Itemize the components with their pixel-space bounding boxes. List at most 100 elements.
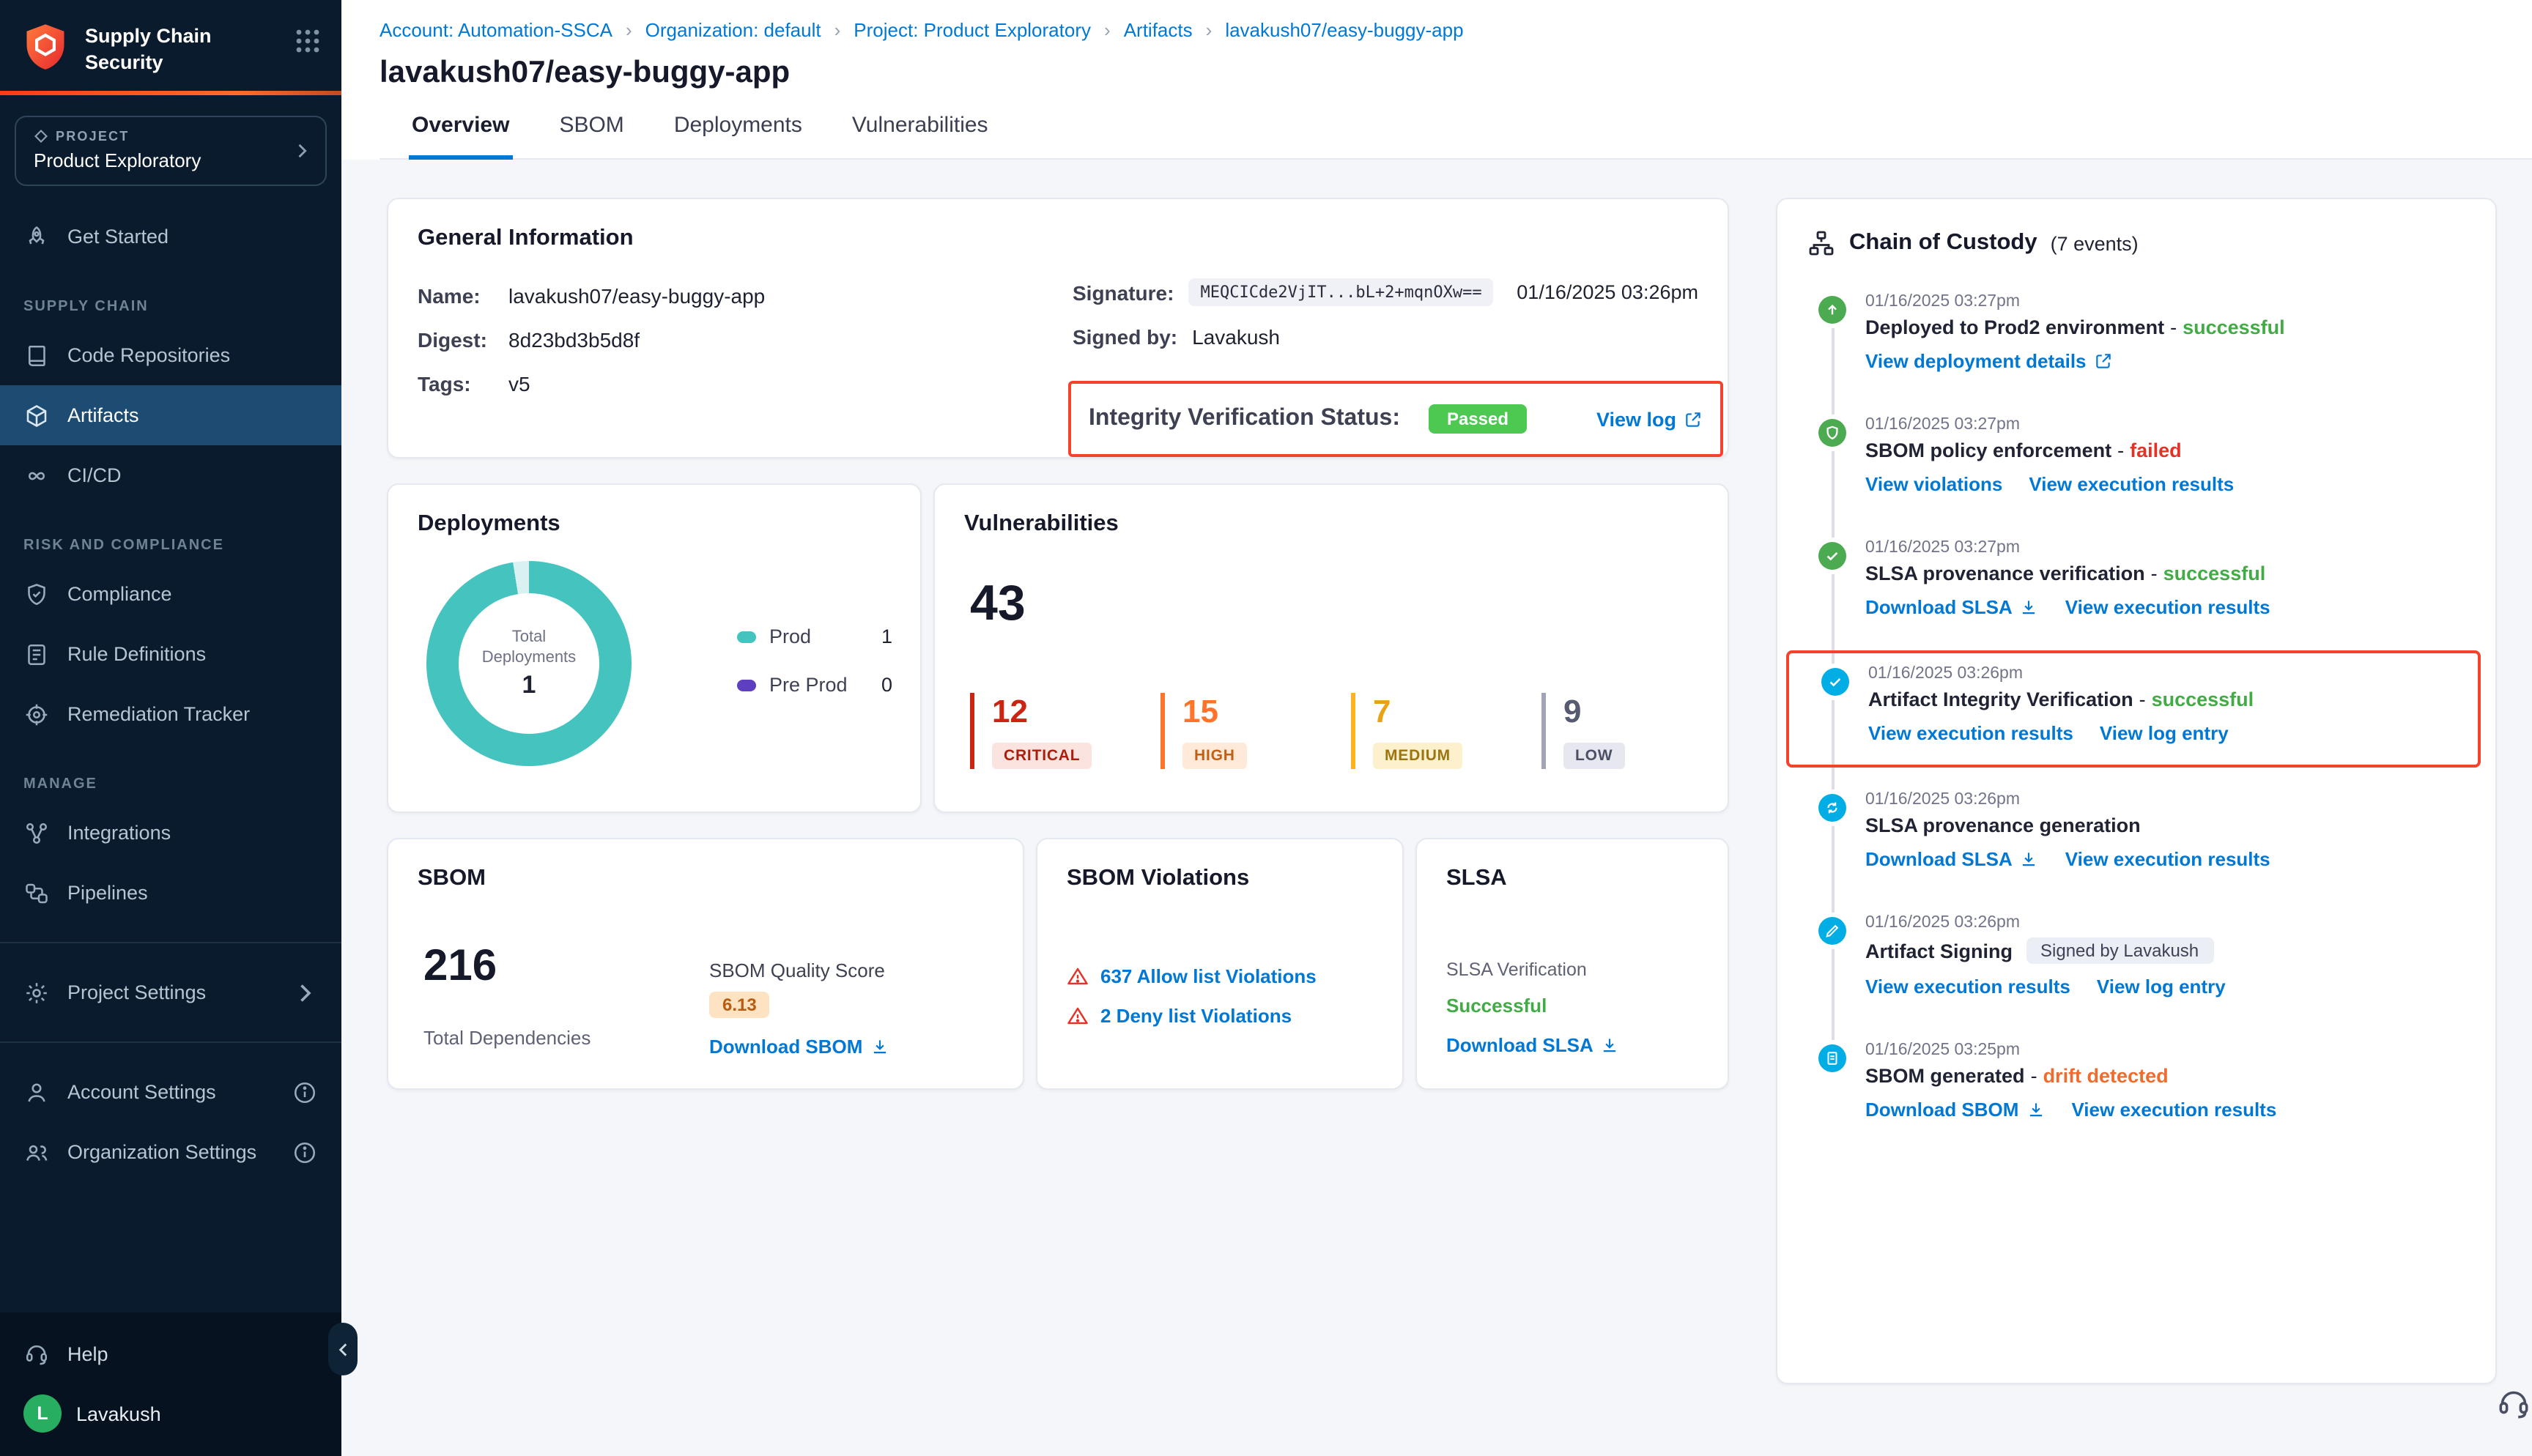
external-link-icon: [2094, 352, 2113, 371]
allow-list-violations-row: 637 Allow list Violations: [1067, 965, 1317, 987]
tab-overview[interactable]: Overview: [409, 113, 512, 160]
pre-prod-dot-icon: [737, 679, 756, 691]
card-title: SBOM Violations: [1067, 866, 1249, 892]
general-info-left: Name: lavakush07/easy-buggy-app Digest: …: [418, 284, 765, 395]
avatar: L: [23, 1394, 62, 1433]
policy-shield-icon: [1818, 419, 1846, 447]
view-log-entry-link[interactable]: View log entry: [2097, 976, 2226, 998]
card-title: SLSA: [1446, 866, 1507, 892]
download-sbom-link[interactable]: Download SBOM: [709, 1036, 889, 1058]
view-violations-link[interactable]: View violations: [1865, 473, 2002, 495]
view-log-entry-link[interactable]: View log entry: [2100, 722, 2229, 744]
content: General Information Name: lavakush07/eas…: [341, 160, 2532, 1456]
deny-list-violations-link[interactable]: 2 Deny list Violations: [1100, 1005, 1292, 1027]
card-title: SBOM: [418, 866, 486, 892]
tab-deployments[interactable]: Deployments: [671, 113, 805, 158]
custody-event: 01/16/2025 03:26pm SLSA provenance gener…: [1807, 791, 2466, 914]
sidebar-item-compliance[interactable]: Compliance: [0, 564, 341, 624]
sidebar-item-artifacts[interactable]: Artifacts: [0, 385, 341, 445]
view-execution-results-link[interactable]: View execution results: [1868, 722, 2073, 744]
gear-icon: [23, 979, 50, 1006]
severity-medium: 7 MEDIUM: [1351, 693, 1521, 769]
breadcrumb: Account: Automation-SSCA › Organization:…: [380, 19, 2532, 41]
breadcrumb-current[interactable]: lavakush07/easy-buggy-app: [1225, 19, 1463, 41]
tags-row: Tags: v5: [418, 372, 765, 395]
sidebar-item-integrations[interactable]: Integrations: [0, 803, 341, 863]
view-execution-results-link[interactable]: View execution results: [2071, 1099, 2276, 1121]
breadcrumb-account[interactable]: Account: Automation-SSCA: [380, 19, 612, 41]
signature-timestamp: 01/16/2025 03:26pm: [1517, 281, 1698, 303]
view-execution-results-link[interactable]: View execution results: [1865, 976, 2070, 998]
view-deployment-details-link[interactable]: View deployment details: [1865, 350, 2113, 372]
sbom-total-label: Total Dependencies: [423, 1027, 591, 1049]
pipeline-icon: [23, 880, 50, 906]
view-execution-results-link[interactable]: View execution results: [2065, 596, 2270, 618]
download-slsa-link[interactable]: Download SLSA: [1865, 596, 2039, 618]
deny-list-violations-row: 2 Deny list Violations: [1067, 1005, 1317, 1027]
help-button[interactable]: Help: [23, 1340, 318, 1367]
chevron-left-icon: [333, 1340, 352, 1359]
view-execution-results-link[interactable]: View execution results: [2065, 848, 2270, 870]
tab-vulnerabilities[interactable]: Vulnerabilities: [849, 113, 991, 158]
violations-list: 637 Allow list Violations 2 Deny list Vi…: [1067, 965, 1317, 1027]
module-grid-icon[interactable]: [295, 28, 321, 54]
download-slsa-link[interactable]: Download SLSA: [1446, 1034, 1620, 1056]
verify-check-icon: [1821, 668, 1849, 696]
chain-of-custody-header: Chain of Custody (7 events): [1807, 229, 2466, 258]
deployments-card: Deployments TotalDeployments 1 Prod: [387, 483, 922, 813]
info-icon: [292, 1139, 318, 1165]
divider: [0, 942, 341, 943]
sbom-total-dependencies: 216: [423, 942, 497, 992]
breadcrumb-organization[interactable]: Organization: default: [645, 19, 821, 41]
support-headset-icon[interactable]: [2495, 1384, 2532, 1421]
chevron-right-icon: [292, 141, 312, 161]
sidebar-nav: Get Started SUPPLY CHAIN Code Repositori…: [0, 207, 341, 1182]
signed-by-row: Signed by: Lavakush: [1073, 325, 1698, 349]
document-list-icon: [23, 641, 50, 667]
event-status: drift detected: [2043, 1065, 2169, 1087]
general-information-card: General Information Name: lavakush07/eas…: [387, 198, 1729, 458]
artifact-digest: 8d23bd3b5d8f: [508, 328, 640, 352]
view-log-link[interactable]: View log: [1596, 408, 1703, 430]
breadcrumb-project[interactable]: Project: Product Exploratory: [854, 19, 1091, 41]
check-icon: [1818, 542, 1846, 570]
artifact-name: lavakush07/easy-buggy-app: [508, 284, 765, 308]
sidebar-item-get-started[interactable]: Get Started: [0, 207, 341, 267]
sidebar-item-remediation-tracker[interactable]: Remediation Tracker: [0, 684, 341, 744]
event-status: successful: [2163, 562, 2266, 584]
events-count: (7 events): [2051, 232, 2139, 254]
download-icon: [2020, 598, 2039, 617]
package-icon: [23, 402, 50, 428]
sidebar-item-organization-settings[interactable]: Organization Settings: [0, 1122, 341, 1182]
allow-list-violations-link[interactable]: 637 Allow list Violations: [1100, 965, 1317, 987]
event-status: successful: [2152, 688, 2254, 710]
user-name: Lavakush: [76, 1403, 161, 1425]
card-title: Deployments: [418, 511, 560, 538]
sidebar-collapse-handle[interactable]: [328, 1323, 358, 1375]
sidebar-header: Supply Chain Security: [0, 0, 341, 91]
sidebar-item-project-settings[interactable]: Project Settings: [0, 962, 341, 1022]
tab-sbom[interactable]: SBOM: [556, 113, 626, 158]
vulnerabilities-card: Vulnerabilities 43 12 CRITICAL 15 HIGH: [933, 483, 1729, 813]
app-logo-icon[interactable]: [21, 22, 70, 72]
sidebar-item-rule-definitions[interactable]: Rule Definitions: [0, 624, 341, 684]
external-link-icon: [1684, 409, 1703, 428]
download-slsa-link[interactable]: Download SLSA: [1865, 848, 2039, 870]
rocket-icon: [23, 223, 50, 250]
sidebar-item-account-settings[interactable]: Account Settings: [0, 1062, 341, 1122]
project-icon: [34, 129, 48, 144]
deploy-icon: [1818, 296, 1846, 324]
legend-item-pre-prod: Pre Prod 0: [737, 674, 892, 696]
breadcrumb-separator: ›: [1104, 19, 1111, 41]
view-execution-results-link[interactable]: View execution results: [2029, 473, 2234, 495]
download-sbom-link[interactable]: Download SBOM: [1865, 1099, 2045, 1121]
project-selector[interactable]: PROJECT Product Exploratory: [15, 116, 327, 186]
sidebar-item-pipelines[interactable]: Pipelines: [0, 863, 341, 923]
sidebar-item-code-repositories[interactable]: Code Repositories: [0, 325, 341, 385]
sidebar-item-cicd[interactable]: CI/CD: [0, 445, 341, 505]
breadcrumb-separator: ›: [834, 19, 841, 41]
sbom-quality-score-badge: 6.13: [709, 992, 770, 1018]
signature-row: Signature: MEQCICde2VjIT...bL+2+mqnOXw==…: [1073, 278, 1698, 306]
user-menu[interactable]: L Lavakush: [23, 1394, 318, 1433]
breadcrumb-artifacts[interactable]: Artifacts: [1124, 19, 1193, 41]
